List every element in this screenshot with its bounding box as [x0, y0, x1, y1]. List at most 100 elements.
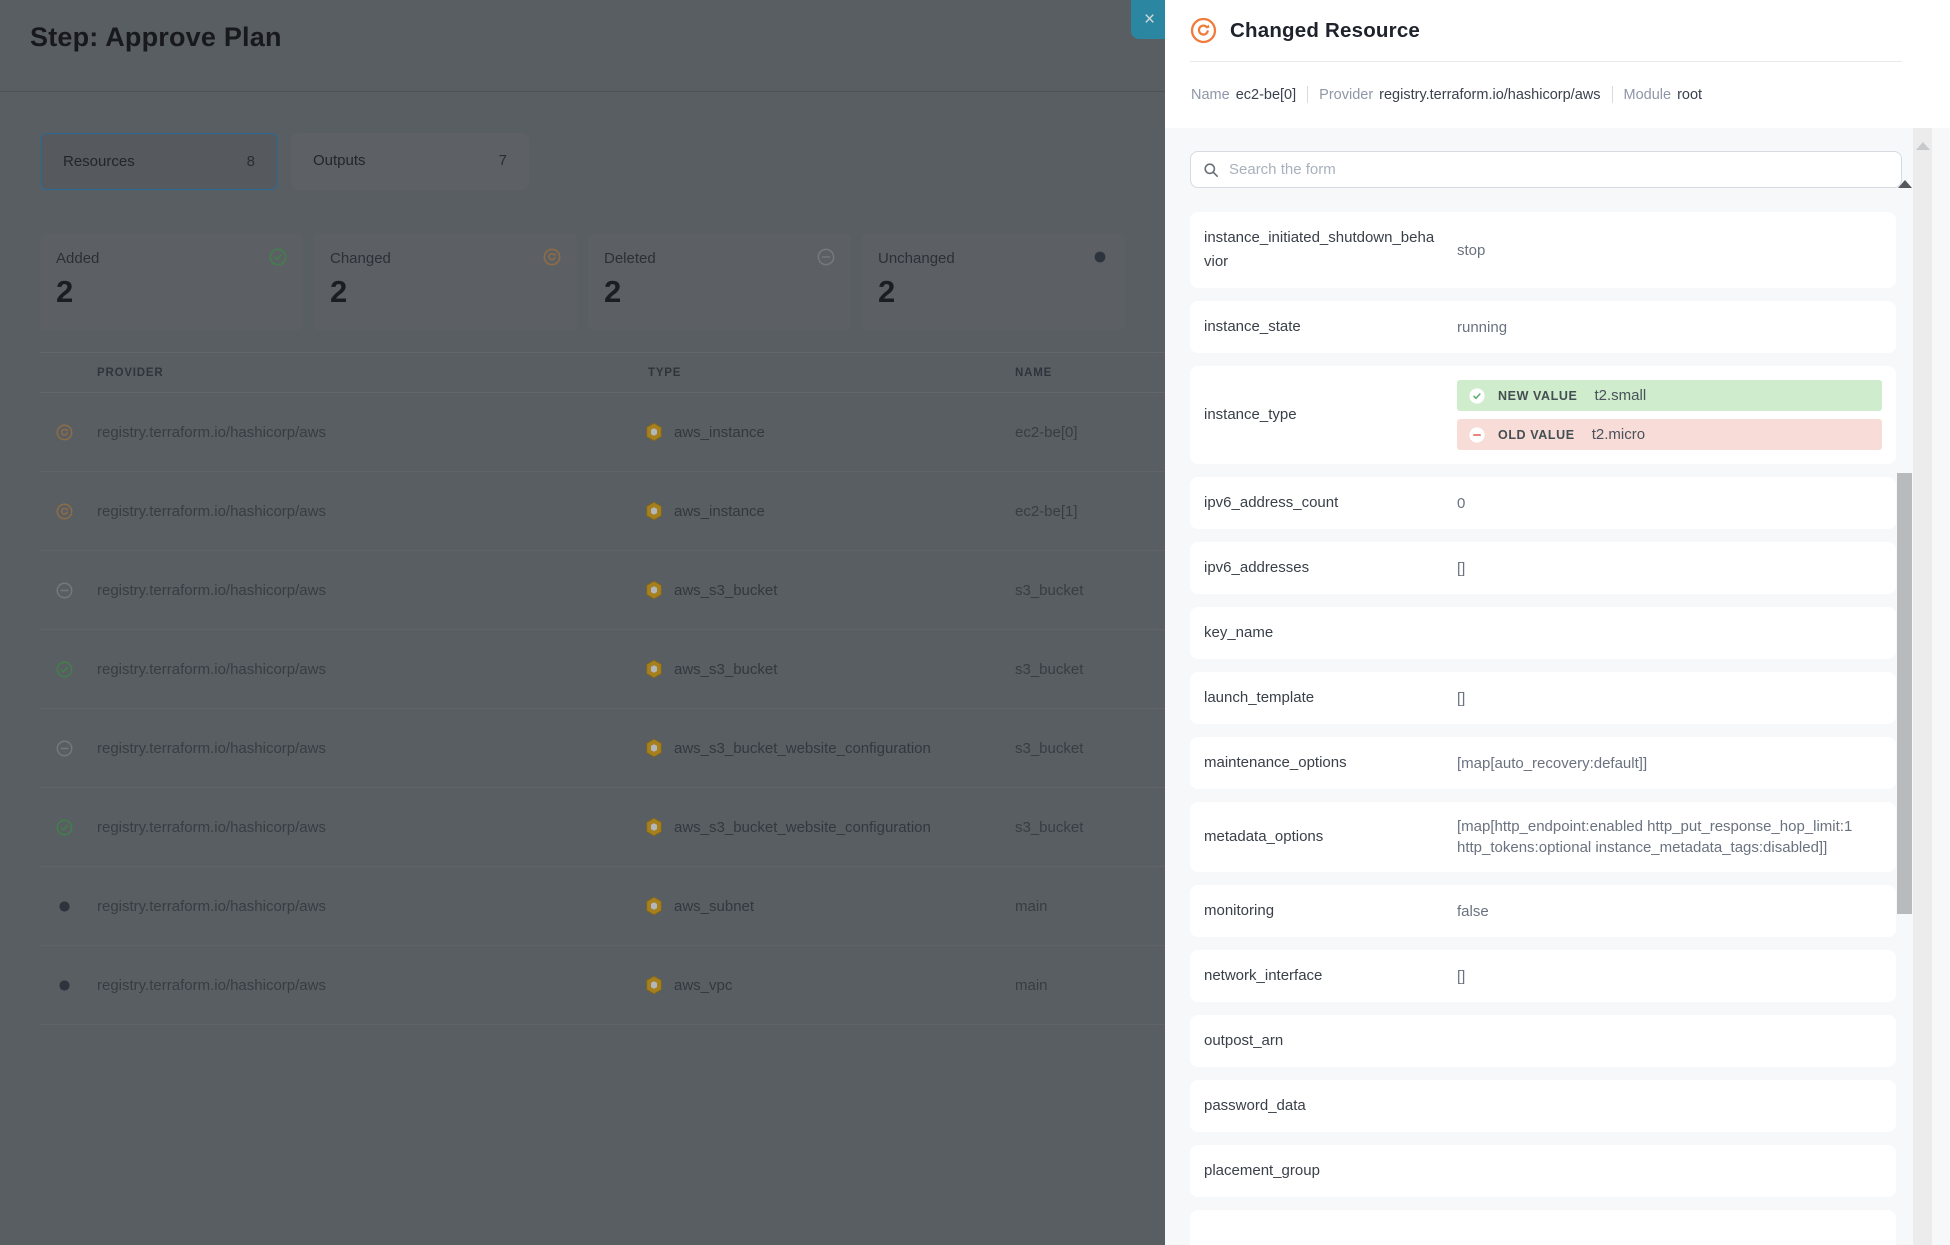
meta-label: Module — [1624, 87, 1672, 103]
attribute-key: ipv6_address_count — [1204, 491, 1436, 515]
attribute-value: 0 — [1457, 493, 1465, 514]
attribute-key: monitoring — [1204, 899, 1436, 923]
name-cell: ec2-be[0] — [1015, 424, 1078, 441]
type-cell: aws_subnet — [674, 898, 754, 915]
meta-value: registry.terraform.io/hashicorp/aws — [1379, 87, 1600, 103]
name-cell: ec2-be[1] — [1015, 503, 1078, 520]
plan-page-dimmed: Step: Approve Plan Resources 8 Outputs 7… — [0, 0, 1165, 1245]
attribute-row: key_name — [1190, 607, 1896, 659]
attribute-row: network_interface[] — [1190, 950, 1896, 1002]
status-added-icon — [56, 661, 73, 678]
tab-outputs[interactable]: Outputs 7 — [291, 133, 529, 190]
tab-label: Resources — [63, 153, 135, 170]
search-box — [1190, 151, 1902, 188]
attribute-row: instance_type NEW VALUE t2.small OLD VAL… — [1190, 366, 1896, 464]
aws-provider-icon — [644, 501, 664, 521]
attribute-key: placement_group — [1204, 1159, 1436, 1183]
resource-output-tabs: Resources 8 Outputs 7 — [40, 133, 529, 190]
attribute-row: launch_template [] — [1190, 672, 1896, 724]
resource-row[interactable]: registry.terraform.io/hashicorp/aws aws_… — [40, 393, 1165, 472]
aws-provider-icon — [644, 580, 664, 600]
attribute-key: ipv6_addresses — [1204, 556, 1436, 580]
attribute-row: password_data — [1190, 1080, 1896, 1132]
card-count: 2 — [330, 274, 347, 310]
attribute-value: running — [1457, 317, 1507, 338]
card-count: 2 — [604, 274, 621, 310]
refresh-circle-icon — [543, 248, 561, 266]
panel-title: Changed Resource — [1230, 19, 1420, 43]
minus-circle-icon — [817, 248, 835, 266]
provider-cell: registry.terraform.io/hashicorp/aws — [97, 819, 326, 836]
card-label: Deleted — [604, 250, 656, 267]
old-value: t2.micro — [1592, 426, 1645, 443]
minus-circle-icon — [1469, 427, 1485, 443]
summary-card-unchanged: Unchanged 2 — [862, 233, 1125, 330]
changed-refresh-icon — [1190, 17, 1217, 44]
meta-value: root — [1677, 87, 1702, 103]
attribute-value: [map[auto_recovery:default]] — [1457, 753, 1647, 774]
status-changed-icon — [56, 424, 73, 441]
summary-card-deleted: Deleted 2 — [588, 233, 851, 330]
attribute-row: metadata_options [map[http_endpoint:enabl… — [1190, 802, 1896, 872]
close-panel-button[interactable]: × — [1131, 0, 1168, 39]
attribute-value: [map[http_endpoint:enabled http_put_resp… — [1457, 816, 1882, 858]
resource-row[interactable]: registry.terraform.io/hashicorp/aws aws_… — [40, 709, 1165, 788]
column-header: TYPE — [648, 367, 681, 379]
attribute-key: instance_state — [1204, 315, 1436, 339]
type-cell: aws_instance — [674, 424, 765, 441]
name-cell: main — [1015, 898, 1048, 915]
resource-row[interactable]: registry.terraform.io/hashicorp/aws aws_… — [40, 946, 1165, 1025]
attribute-key: metadata_options — [1204, 825, 1436, 849]
attribute-row: maintenance_options[map[auto_recovery:de… — [1190, 737, 1896, 789]
outer-scroll-up-arrow-icon[interactable] — [1916, 142, 1930, 150]
attribute-value: [] — [1457, 966, 1465, 987]
tab-resources[interactable]: Resources 8 — [40, 133, 278, 190]
search-icon — [1203, 162, 1219, 178]
attribute-row-partial — [1190, 1210, 1896, 1245]
attribute-key: outpost_arn — [1204, 1029, 1436, 1053]
column-header: PROVIDER — [97, 367, 163, 379]
aws-provider-icon — [644, 738, 664, 758]
attribute-list: instance_initiated_shutdown_behaviorstop… — [1190, 212, 1896, 1245]
status-unchanged-icon — [56, 977, 73, 994]
aws-provider-icon — [644, 975, 664, 995]
new-value-label: NEW VALUE — [1498, 389, 1577, 403]
aws-provider-icon — [644, 896, 664, 916]
resource-row[interactable]: registry.terraform.io/hashicorp/aws aws_… — [40, 551, 1165, 630]
resource-row[interactable]: registry.terraform.io/hashicorp/aws aws_… — [40, 788, 1165, 867]
resource-row[interactable]: registry.terraform.io/hashicorp/aws aws_… — [40, 867, 1165, 946]
provider-cell: registry.terraform.io/hashicorp/aws — [97, 898, 326, 915]
resource-meta: Name ec2-be[0] Provider registry.terrafo… — [1191, 86, 1702, 103]
changed-resource-panel: Changed Resource Name ec2-be[0] Provider… — [1165, 0, 1950, 1245]
provider-cell: registry.terraform.io/hashicorp/aws — [97, 424, 326, 441]
type-cell: aws_s3_bucket — [674, 661, 777, 678]
resource-row[interactable]: registry.terraform.io/hashicorp/aws aws_… — [40, 472, 1165, 551]
summary-card-changed: Changed 2 — [314, 233, 577, 330]
search-input[interactable] — [1227, 153, 1887, 186]
meta-separator — [1307, 86, 1308, 103]
check-circle-icon — [1469, 388, 1485, 404]
name-cell: s3_bucket — [1015, 661, 1083, 678]
attribute-value: [] — [1457, 688, 1465, 709]
column-header: NAME — [1015, 367, 1052, 379]
meta-label: Provider — [1319, 87, 1373, 103]
provider-cell: registry.terraform.io/hashicorp/aws — [97, 661, 326, 678]
inner-scroll-up-arrow-icon[interactable] — [1898, 180, 1912, 188]
attribute-row: monitoringfalse — [1190, 885, 1896, 937]
attribute-row: instance_initiated_shutdown_behaviorstop — [1190, 212, 1896, 288]
attribute-key: launch_template — [1204, 686, 1436, 710]
attribute-key: password_data — [1204, 1094, 1436, 1118]
outer-scrollbar-track[interactable] — [1913, 128, 1932, 1245]
inner-scrollbar-thumb[interactable] — [1897, 473, 1912, 914]
name-cell: s3_bucket — [1015, 819, 1083, 836]
resource-row[interactable]: registry.terraform.io/hashicorp/aws aws_… — [40, 630, 1165, 709]
summary-card-added: Added 2 — [40, 233, 303, 330]
aws-provider-icon — [644, 817, 664, 837]
attribute-key: key_name — [1204, 621, 1436, 645]
card-label: Added — [56, 250, 99, 267]
card-label: Changed — [330, 250, 391, 267]
attribute-key: instance_type — [1204, 403, 1436, 427]
panel-body: instance_initiated_shutdown_behaviorstop… — [1165, 128, 1950, 1245]
tab-count-badge: 8 — [247, 153, 255, 170]
status-deleted-icon — [56, 740, 73, 757]
